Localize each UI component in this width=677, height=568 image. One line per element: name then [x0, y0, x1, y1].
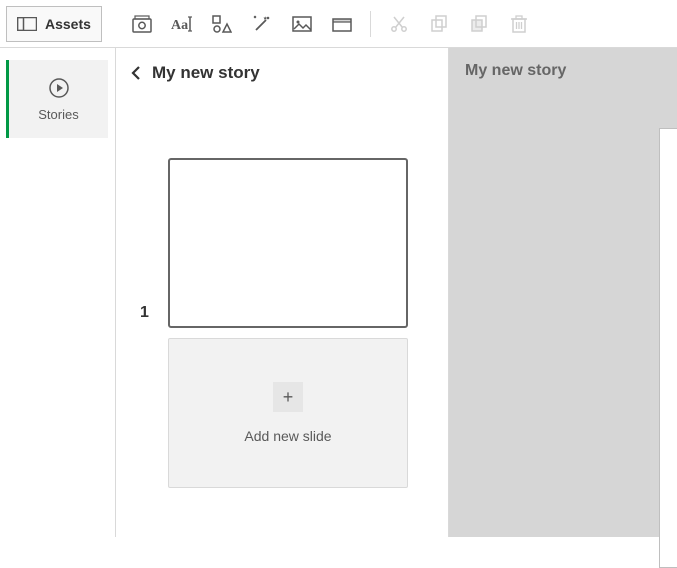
slide-number: 1 — [140, 304, 162, 322]
stories-label: Stories — [38, 107, 78, 122]
effects-icon[interactable] — [242, 4, 282, 44]
back-chevron-icon[interactable] — [130, 65, 142, 81]
cut-icon — [379, 4, 419, 44]
stories-tab[interactable]: Stories — [6, 60, 108, 138]
canvas-story-title: My new story — [465, 62, 566, 80]
text-icon[interactable]: Aa — [162, 4, 202, 44]
add-slide-button[interactable]: + Add new slide — [168, 338, 408, 488]
assets-button[interactable]: Assets — [6, 6, 102, 42]
left-rail: Stories — [0, 48, 116, 537]
story-title: My new story — [152, 63, 260, 83]
play-icon — [48, 77, 70, 99]
main-area: Stories My new story 1 + Add new slide M… — [0, 48, 677, 537]
delete-icon — [499, 4, 539, 44]
panel-icon — [17, 17, 37, 31]
assets-label: Assets — [45, 16, 91, 32]
top-toolbar: Assets Aa — [0, 0, 677, 48]
slide-row: 1 — [140, 158, 448, 328]
snapshot-icon[interactable] — [122, 4, 162, 44]
slides-panel: My new story 1 + Add new slide — [116, 48, 449, 537]
add-slide-label: Add new slide — [244, 428, 331, 444]
toolbar-separator — [370, 11, 371, 37]
plus-icon: + — [273, 382, 303, 412]
canvas-area: My new story — [449, 48, 677, 537]
sheet-icon[interactable] — [322, 4, 362, 44]
slides-list: 1 + Add new slide — [116, 98, 448, 537]
copy-icon — [419, 4, 459, 44]
media-icon[interactable] — [282, 4, 322, 44]
svg-text:Aa: Aa — [171, 18, 188, 33]
slides-header: My new story — [116, 48, 448, 98]
canvas-slide[interactable] — [659, 128, 677, 568]
paste-icon — [459, 4, 499, 44]
shapes-icon[interactable] — [202, 4, 242, 44]
slide-thumbnail[interactable] — [168, 158, 408, 328]
